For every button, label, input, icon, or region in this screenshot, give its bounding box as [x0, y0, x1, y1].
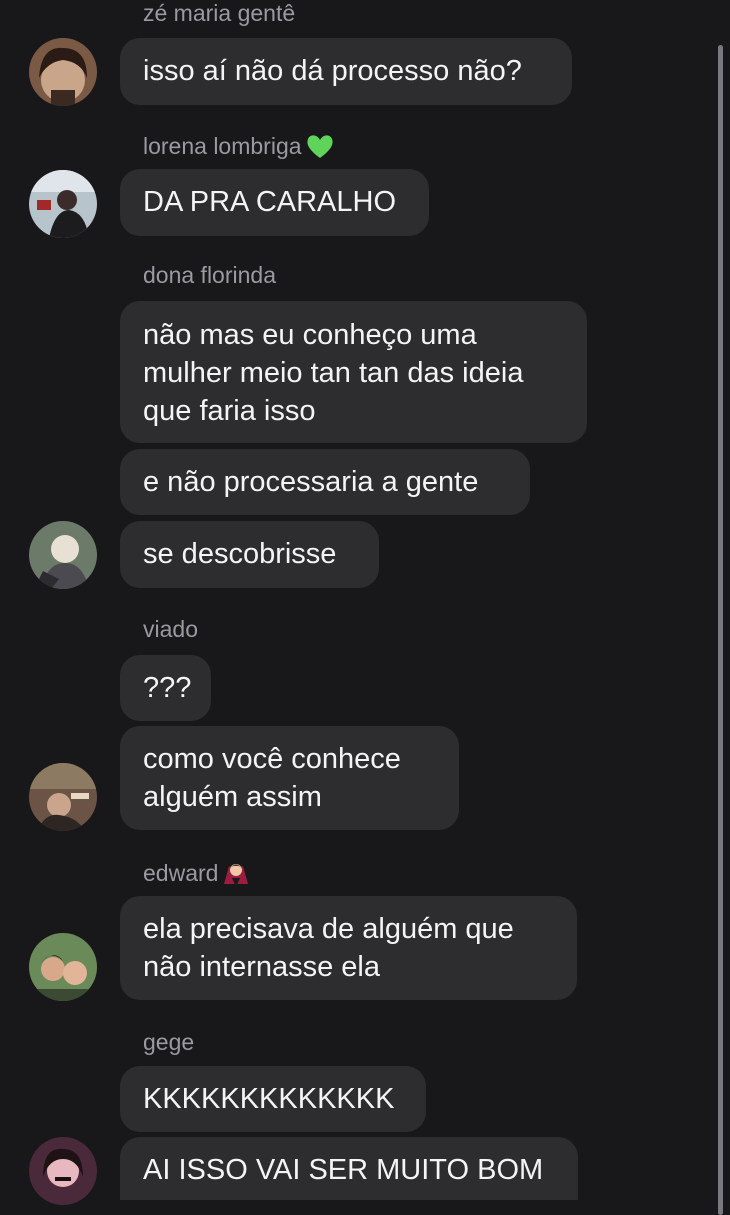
sender-name: zé maria gentê [143, 0, 296, 26]
sender-name: dona florinda [143, 262, 276, 288]
avatar-edward[interactable] [29, 933, 97, 1001]
message-bubble[interactable]: como você conhece alguém assim [120, 726, 459, 830]
message-bubble[interactable]: KKKKKKKKKKKKK [120, 1066, 426, 1132]
sender-name: edward [143, 858, 251, 888]
sender-name: lorena lombriga [143, 131, 335, 161]
message-bubble[interactable]: e não processaria a gente [120, 449, 530, 515]
message-bubble[interactable]: AI ISSO VAI SER MUITO BOM [120, 1137, 578, 1200]
message-bubble[interactable]: se descobrisse [120, 521, 379, 588]
message-bubble[interactable]: DA PRA CARALHO [120, 169, 429, 236]
scrollbar[interactable] [718, 45, 723, 1215]
sender-name: viado [143, 616, 198, 642]
avatar-gege[interactable] [29, 1137, 97, 1205]
chat-thread: zé maria gentê isso aí não dá processo n… [0, 0, 730, 1215]
avatar-dona-florinda[interactable] [29, 521, 97, 589]
avatar-lorena[interactable] [29, 170, 97, 238]
sender-name: gege [143, 1029, 195, 1055]
message-bubble[interactable]: não mas eu conheço uma mulher meio tan t… [120, 301, 587, 443]
message-bubble[interactable]: ??? [120, 655, 211, 721]
message-bubble[interactable]: ela precisava de alguém que não internas… [120, 896, 577, 1000]
green-heart-icon [306, 135, 333, 158]
avatar-ze-maria[interactable] [29, 38, 97, 106]
avatar-viado[interactable] [29, 763, 97, 831]
message-bubble[interactable]: isso aí não dá processo não? [120, 38, 572, 105]
vampire-woman-icon [224, 864, 249, 887]
